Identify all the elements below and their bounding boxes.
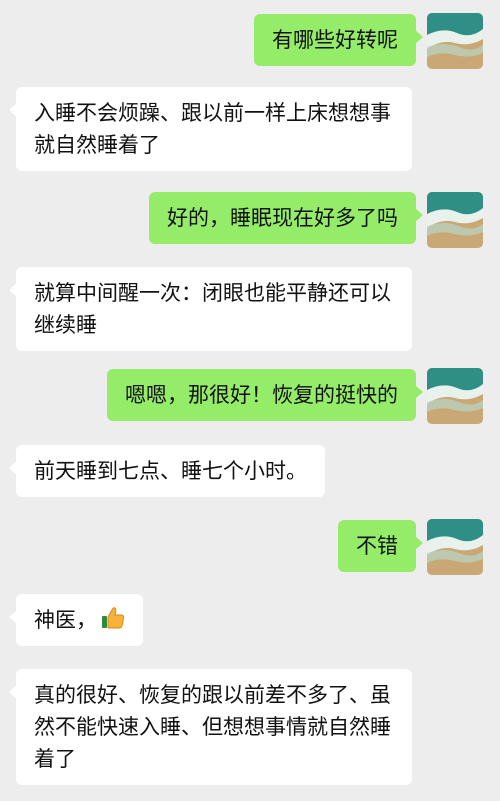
message-bubble-outgoing[interactable]: 嗯嗯，那很好！恢复的挺快的	[107, 369, 423, 421]
message-text: 就算中间醒一次：闭眼也能平静还可以继续睡	[34, 281, 391, 337]
avatar[interactable]	[427, 519, 483, 575]
beach-avatar-icon	[427, 519, 483, 575]
message-bubble-incoming[interactable]: 就算中间醒一次：闭眼也能平静还可以继续睡	[9, 267, 412, 351]
message-text: 不错	[356, 534, 398, 558]
message-text: 前天睡到七点、睡七个小时。	[34, 459, 307, 483]
beach-avatar-icon	[427, 13, 483, 69]
chat-window: 有哪些好转呢 入睡不会烦躁、跟以前一样上床想想事就自然睡着了 好的，睡眠现在好多…	[0, 0, 500, 801]
message-bubble-incoming[interactable]: 真的很好、恢复的跟以前差不多了、虽然不能快速入睡、但想想事情就自然睡着了	[9, 669, 412, 785]
message-bubble-incoming[interactable]: 神医，	[9, 594, 143, 646]
message-text: 嗯嗯，那很好！恢复的挺快的	[125, 383, 398, 407]
beach-avatar-icon	[427, 192, 483, 248]
message-bubble-outgoing[interactable]: 好的，睡眠现在好多了吗	[149, 192, 423, 244]
message-bubble-incoming[interactable]: 入睡不会烦躁、跟以前一样上床想想事就自然睡着了	[9, 87, 412, 171]
message-text: 真的很好、恢复的跟以前差不多了、虽然不能快速入睡、但想想事情就自然睡着了	[34, 683, 391, 771]
message-bubble-outgoing[interactable]: 有哪些好转呢	[254, 14, 423, 66]
message-bubble-outgoing[interactable]: 不错	[338, 520, 423, 572]
avatar[interactable]	[427, 192, 483, 248]
avatar[interactable]	[427, 13, 483, 69]
message-bubble-incoming[interactable]: 前天睡到七点、睡七个小时。	[9, 445, 325, 497]
message-text: 入睡不会烦躁、跟以前一样上床想想事就自然睡着了	[34, 101, 391, 157]
beach-avatar-icon	[427, 368, 483, 424]
avatar[interactable]	[427, 368, 483, 424]
message-text: 有哪些好转呢	[272, 28, 398, 52]
thumbs-up-icon	[101, 605, 125, 631]
message-text: 好的，睡眠现在好多了吗	[167, 206, 398, 230]
message-text: 神医，	[34, 608, 97, 632]
